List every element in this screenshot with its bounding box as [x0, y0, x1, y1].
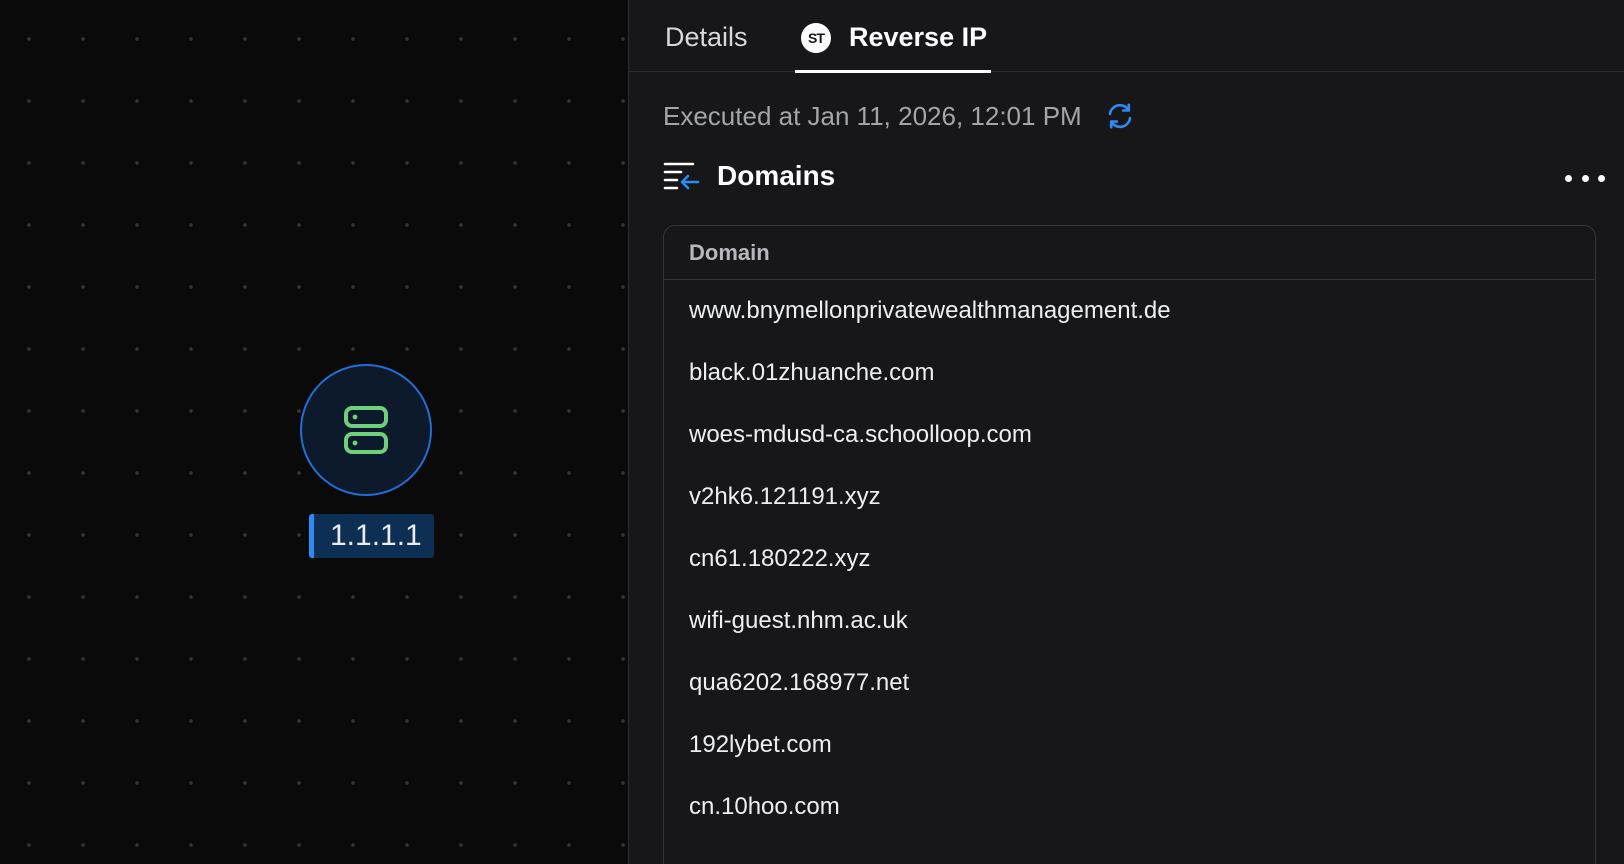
domains-table: Domain www.bnymellonprivatewealthmanagem… [663, 225, 1596, 864]
panel-tabs: Details ST Reverse IP [629, 0, 1624, 73]
table-row[interactable]: www.bnymellonprivatewealthmanagement.de [664, 280, 1595, 342]
more-horizontal-icon[interactable] [1565, 168, 1605, 188]
tab-details-label: Details [665, 22, 748, 52]
app-root: 1.1.1.1 Details ST Reverse IP Executed a… [0, 0, 1624, 864]
refresh-icon[interactable] [1104, 100, 1136, 132]
details-panel: Details ST Reverse IP Executed at Jan 11… [628, 0, 1624, 864]
tab-details[interactable]: Details [665, 22, 748, 72]
tab-reverse-ip[interactable]: ST Reverse IP [794, 22, 992, 73]
domain-rows: www.bnymellonprivatewealthmanagement.de … [664, 280, 1595, 838]
executed-at-text: Executed at Jan 11, 2026, 12:01 PM [663, 100, 1082, 131]
table-row[interactable]: qua6202.168977.net [664, 652, 1595, 714]
table-row[interactable]: wifi-guest.nhm.ac.uk [664, 590, 1595, 652]
ip-node[interactable] [300, 364, 432, 496]
execution-status: Executed at Jan 11, 2026, 12:01 PM [663, 100, 1136, 132]
table-row[interactable]: 192lybet.com [664, 714, 1595, 776]
st-logo-icon: ST [801, 23, 831, 53]
table-row[interactable]: black.01zhuanche.com [664, 342, 1595, 404]
table-row[interactable]: woes-mdusd-ca.schoolloop.com [664, 404, 1595, 466]
server-icon [344, 406, 388, 454]
table-row[interactable]: cn61.180222.xyz [664, 528, 1595, 590]
domains-section-header: Domains [663, 160, 1605, 192]
table-row[interactable]: cn.10hoo.com [664, 776, 1595, 838]
tab-reverse-ip-label: Reverse IP [849, 22, 988, 52]
ip-node-label[interactable]: 1.1.1.1 [309, 514, 434, 558]
graph-canvas[interactable]: 1.1.1.1 [0, 0, 628, 864]
column-header-domain[interactable]: Domain [664, 226, 1595, 280]
section-title: Domains [717, 160, 836, 191]
table-row[interactable]: v2hk6.121191.xyz [664, 466, 1595, 528]
collapse-list-icon[interactable] [663, 160, 701, 192]
